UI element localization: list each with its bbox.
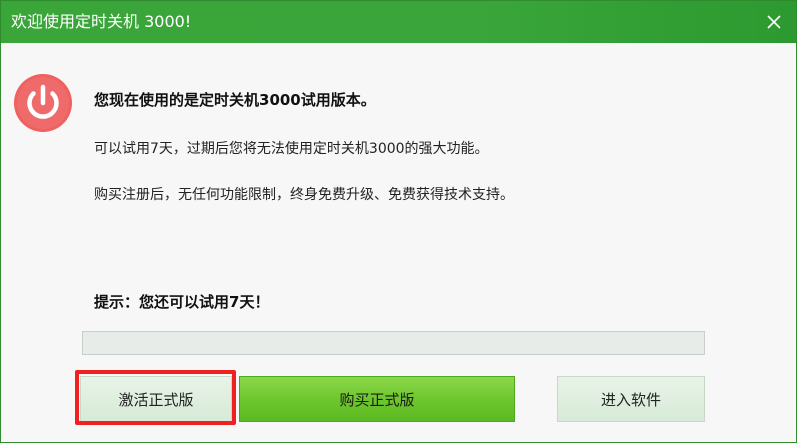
title-bar[interactable]: 欢迎使用定时关机 3000! <box>1 1 796 43</box>
power-icon <box>14 74 72 132</box>
buy-button-label: 购买正式版 <box>339 390 415 409</box>
trial-info-text: 可以试用7天，过期后您将无法使用定时关机3000的强大功能。 <box>94 141 489 157</box>
window-title: 欢迎使用定时关机 3000! <box>11 12 192 31</box>
activate-button[interactable]: 激活正式版 <box>80 376 232 422</box>
enter-software-button[interactable]: 进入软件 <box>557 376 705 422</box>
dialog-content: 您现在使用的是定时关机3000试用版本。 可以试用7天，过期后您将无法使用定时关… <box>1 43 796 442</box>
close-button[interactable] <box>758 7 790 37</box>
enter-button-label: 进入软件 <box>600 390 661 409</box>
trial-progress-bar <box>82 331 705 355</box>
buy-button[interactable]: 购买正式版 <box>239 376 515 422</box>
trial-dialog-window: 欢迎使用定时关机 3000! 您现在使用的是定时关机3000试用版本。 可以试用… <box>0 0 797 443</box>
close-icon <box>767 15 781 29</box>
trial-heading: 您现在使用的是定时关机3000试用版本。 <box>94 91 376 109</box>
trial-hint: 提示：您还可以试用7天！ <box>94 293 270 311</box>
purchase-benefits-text: 购买注册后，无任何功能限制，终身免费升级、免费获得技术支持。 <box>94 187 514 203</box>
activate-button-label: 激活正式版 <box>118 390 194 409</box>
